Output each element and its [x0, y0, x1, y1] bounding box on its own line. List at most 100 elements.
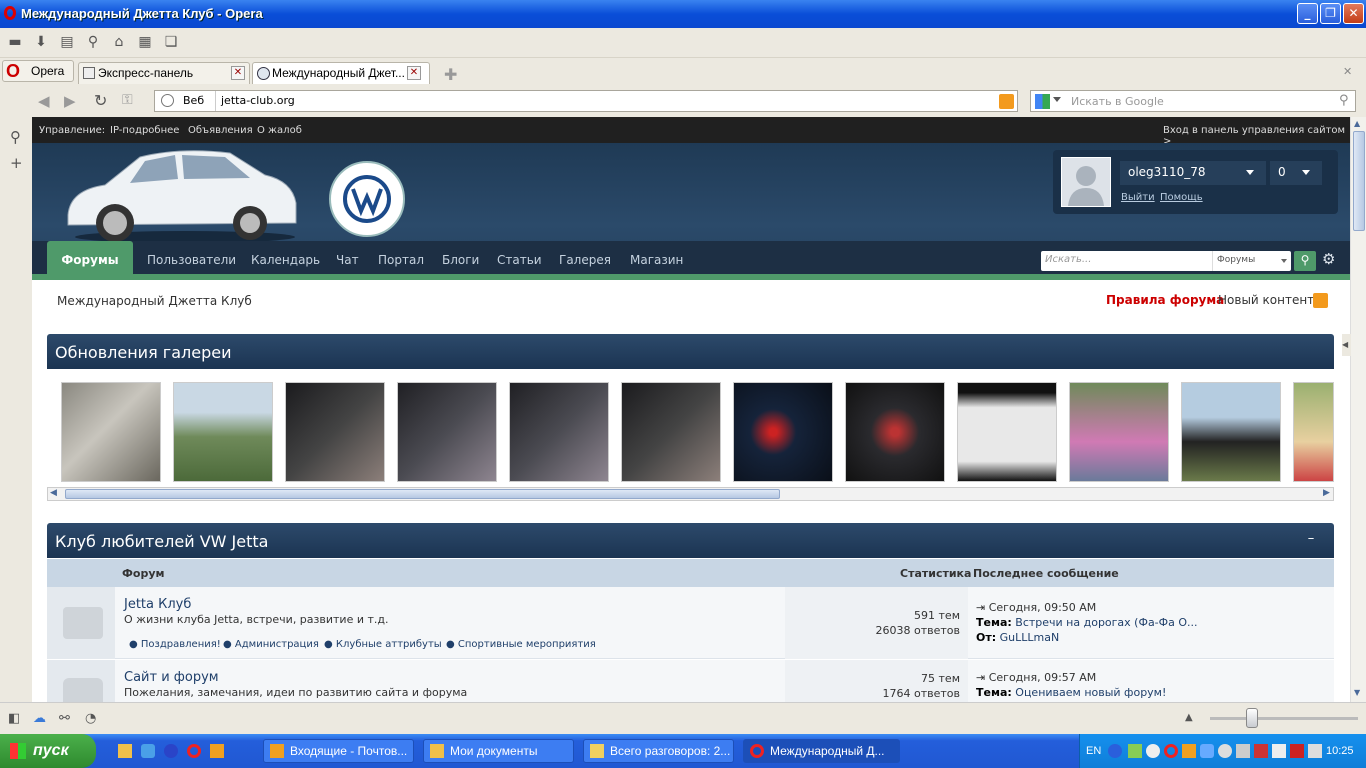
gallery-thumb[interactable] — [621, 382, 721, 482]
new-tab-icon[interactable]: ✚ — [444, 65, 457, 84]
folder-icon[interactable] — [118, 744, 132, 758]
notifications-dropdown[interactable]: 0 — [1270, 161, 1322, 185]
tray-icon[interactable] — [1146, 744, 1160, 758]
antivirus-icon[interactable] — [1290, 744, 1304, 758]
language-indicator[interactable]: EN — [1086, 745, 1101, 757]
clock[interactable]: 10:25 — [1326, 745, 1354, 757]
admin-link-announcements[interactable]: Объявления — [188, 125, 253, 136]
subforum-link[interactable]: ● Поздравления! — [129, 639, 221, 650]
print-icon[interactable]: ▤ — [59, 34, 75, 50]
page-scrollbar[interactable]: ▲ ◀ ▼ — [1342, 117, 1366, 702]
last-topic[interactable]: Тема: Встречи на дорогах (Фа-Фа О... — [976, 616, 1198, 629]
windows-icon[interactable]: ❏ — [163, 34, 179, 50]
username-dropdown[interactable]: oleg3110_78 — [1120, 161, 1266, 185]
opera-tray-icon[interactable] — [1164, 744, 1178, 758]
volume-icon[interactable] — [1272, 744, 1286, 758]
last-author[interactable]: От: GuLLLmaN — [976, 631, 1059, 644]
gallery-thumb[interactable] — [845, 382, 945, 482]
panels-icon[interactable]: ▦ — [137, 34, 153, 50]
gallery-thumb[interactable] — [957, 382, 1057, 482]
tray-icon[interactable] — [1182, 744, 1196, 758]
tab-jetta-club[interactable]: Международный Джет... — [252, 62, 430, 84]
gallery-thumb[interactable] — [397, 382, 497, 482]
gallery-thumb[interactable] — [509, 382, 609, 482]
logout-link[interactable]: Выйти — [1121, 192, 1155, 203]
close-tab-icon[interactable]: ✕ — [407, 66, 421, 80]
nav-calendar[interactable]: Календарь — [251, 253, 320, 267]
speed-icon[interactable]: ◔ — [85, 711, 96, 726]
network-icon[interactable] — [1236, 744, 1250, 758]
last-post-date[interactable]: ⇥ Сегодня, 09:50 AM — [976, 601, 1096, 614]
opera-icon[interactable] — [187, 744, 201, 758]
new-content-link[interactable]: Новый контент — [1218, 293, 1314, 307]
browser-icon[interactable] — [141, 744, 155, 758]
tab-express-panel[interactable]: Экспресс-панель — [78, 62, 250, 84]
nav-portal[interactable]: Портал — [378, 253, 424, 267]
gear-icon[interactable]: ⚙ — [1322, 250, 1335, 268]
scroll-left-icon[interactable]: ◀ — [50, 488, 57, 498]
download-icon[interactable]: ⬇ — [33, 34, 49, 50]
gallery-thumb[interactable] — [1293, 382, 1334, 482]
search-submit-icon[interactable]: ⚲ — [1294, 251, 1316, 271]
home-icon[interactable]: ⌂ — [111, 34, 127, 50]
last-post-date[interactable]: ⇥ Сегодня, 09:57 AM — [976, 671, 1096, 684]
scroll-down-icon[interactable]: ▼ — [1354, 688, 1360, 697]
collapse-button[interactable]: – — [1302, 531, 1320, 549]
zoom-up-icon[interactable]: ▲ — [1185, 712, 1193, 723]
help-link[interactable]: Помощь — [1160, 192, 1203, 203]
maximize-button[interactable]: ❐ — [1320, 3, 1341, 24]
search-scope-select[interactable]: Форумы — [1217, 255, 1255, 265]
panel-search-icon[interactable]: ⚲ — [10, 128, 21, 146]
panel-toggle-icon[interactable]: ◧ — [8, 711, 20, 726]
nav-chat[interactable]: Чат — [336, 253, 359, 267]
panel-add-icon[interactable]: + — [10, 154, 23, 172]
subforum-link[interactable]: ● Спортивные мероприятия — [446, 639, 596, 650]
scrollbar-thumb[interactable] — [65, 489, 780, 499]
task-mail[interactable]: Входящие - Почтов... — [263, 739, 414, 763]
rss-icon[interactable] — [1313, 293, 1328, 308]
forum-title[interactable]: Jetta Клуб — [124, 597, 191, 612]
gallery-thumb[interactable] — [1181, 382, 1281, 482]
subforum-link[interactable]: ● Администрация — [223, 639, 319, 650]
avatar[interactable] — [1061, 157, 1111, 207]
close-tab-icon[interactable]: ✕ — [231, 66, 245, 80]
gallery-thumb[interactable] — [285, 382, 385, 482]
unite-icon[interactable]: ☁ — [33, 711, 46, 726]
scroll-right-icon[interactable]: ▶ — [1323, 488, 1330, 498]
chevron-down-icon[interactable] — [1053, 97, 1061, 102]
zoom-slider-thumb[interactable] — [1246, 708, 1258, 728]
window-title-bar[interactable]: Международный Джетта Клуб - Opera _ ❐ ✕ — [0, 0, 1366, 28]
forum-rules-link[interactable]: Правила форума — [1106, 293, 1224, 307]
site-search-input[interactable]: Искать... Форумы — [1041, 251, 1291, 271]
nav-shop[interactable]: Магазин — [630, 253, 683, 267]
share-icon[interactable]: ⚯ — [59, 711, 70, 726]
admin-link-ip[interactable]: IP-подробнее — [110, 125, 179, 136]
forward-icon[interactable]: ▶ — [64, 92, 76, 110]
gallery-thumb[interactable] — [61, 382, 161, 482]
minimize-button[interactable]: _ — [1297, 3, 1318, 24]
media-icon[interactable] — [164, 744, 178, 758]
opera-menu-button[interactable]: O Opera — [2, 60, 74, 82]
subforum-link[interactable]: ● Клубные аттрибуты — [324, 639, 442, 650]
scroll-up-icon[interactable]: ▲ — [1354, 119, 1360, 128]
tray-arrow-icon[interactable] — [1108, 744, 1122, 758]
folder-icon[interactable]: ▬ — [7, 34, 23, 50]
nav-blogs[interactable]: Блоги — [442, 253, 479, 267]
task-documents[interactable]: Мои документы — [423, 739, 574, 763]
tray-icon[interactable] — [1128, 744, 1142, 758]
reload-icon[interactable]: ↻ — [94, 91, 107, 110]
admin-link-reports[interactable]: О жалоб — [257, 125, 302, 136]
nav-users[interactable]: Пользователи — [147, 253, 236, 267]
search-tray-icon[interactable] — [1218, 744, 1232, 758]
gallery-scrollbar[interactable]: ◀ ▶ — [47, 487, 1334, 501]
task-opera[interactable]: Международный Д... — [743, 739, 900, 763]
nav-articles[interactable]: Статьи — [497, 253, 542, 267]
side-panel-toggle-icon[interactable]: ◀ — [1342, 334, 1351, 356]
last-topic[interactable]: Тема: Оцениваем новый форум! — [976, 686, 1166, 699]
zoom-slider[interactable] — [1210, 708, 1358, 728]
task-chat[interactable]: Всего разговоров: 2... — [583, 739, 734, 763]
search-field[interactable]: Искать в Google ⚲ — [1030, 90, 1356, 112]
back-icon[interactable]: ◀ — [38, 92, 50, 110]
gallery-thumb[interactable] — [733, 382, 833, 482]
close-button[interactable]: ✕ — [1343, 3, 1364, 24]
